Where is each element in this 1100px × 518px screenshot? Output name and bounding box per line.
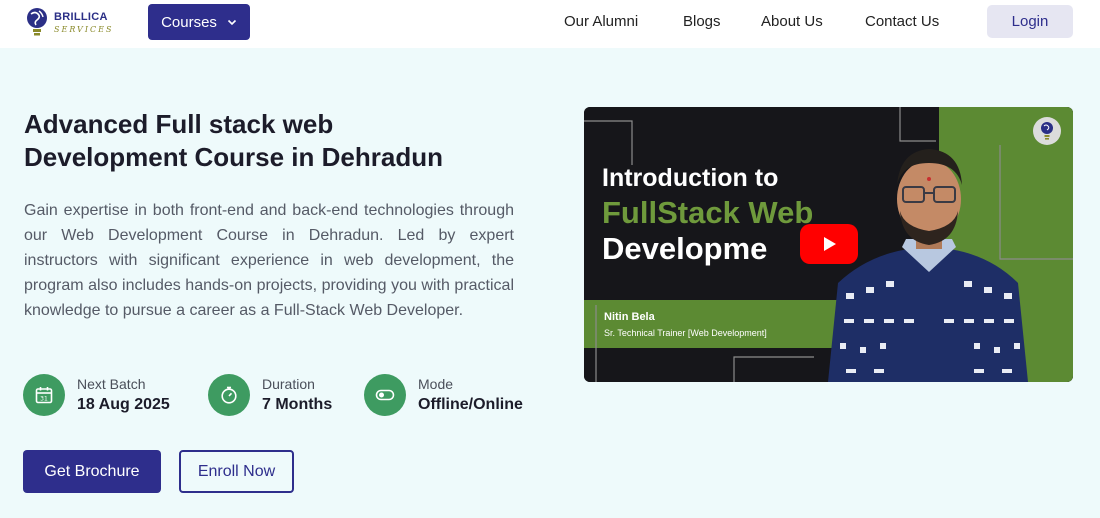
stat-mode: Mode Offline/Online [364,374,523,416]
get-brochure-button[interactable]: Get Brochure [23,450,161,493]
video-title-line-1: Introduction to [602,164,779,192]
stat-value: 7 Months [262,396,333,413]
courses-label: Courses [161,13,217,31]
stat-label: Duration [262,376,315,392]
site-header: BRILLICA SERVICES Courses Our Alumni Blo… [0,0,1100,48]
page-title: Advanced Full stack web Development Cour… [24,108,524,174]
globe-bulb-icon [27,8,47,36]
logo-subtitle: SERVICES [54,25,114,34]
chevron-down-icon [227,19,236,26]
stat-next-batch: 31 Next Batch 18 Aug 2025 [23,374,170,416]
toggle-icon [364,374,406,416]
course-description: Gain expertise in both front-end and bac… [24,202,514,319]
presenter-role: Sr. Technical Trainer [Web Development] [604,328,767,338]
video-title-line-3: Developme [602,231,768,266]
nav-our-alumni[interactable]: Our Alumni [564,13,638,30]
svg-text:31: 31 [40,396,48,403]
logo-name: BRILLICA [54,11,108,23]
stat-value: 18 Aug 2025 [77,396,170,413]
channel-logo-icon [1033,117,1061,145]
stat-label: Mode [418,376,454,392]
play-icon [824,237,836,251]
presenter-name: Nitin Bela [604,311,655,323]
enroll-now-button[interactable]: Enroll Now [179,450,294,493]
video-title-line-2: FullStack Web [602,195,814,230]
stopwatch-icon [208,374,250,416]
stat-value: Offline/Online [418,396,523,413]
nav-blogs[interactable]: Blogs [683,13,721,30]
stat-label: Next Batch [77,376,146,392]
brand-logo[interactable]: BRILLICA SERVICES [24,4,114,42]
video-thumbnail[interactable]: Introduction to FullStack Web Developme … [584,107,1073,382]
calendar-icon: 31 [23,374,65,416]
title-line-2: Development Course in Dehradun [24,142,443,172]
courses-dropdown-button[interactable]: Courses [148,4,250,40]
nav-about-us[interactable]: About Us [761,13,823,30]
nav-contact-us[interactable]: Contact Us [865,13,939,30]
login-button[interactable]: Login [987,5,1073,38]
title-line-1: Advanced Full stack web [24,109,334,139]
stat-duration: Duration 7 Months [208,374,332,416]
play-button[interactable] [800,224,858,264]
